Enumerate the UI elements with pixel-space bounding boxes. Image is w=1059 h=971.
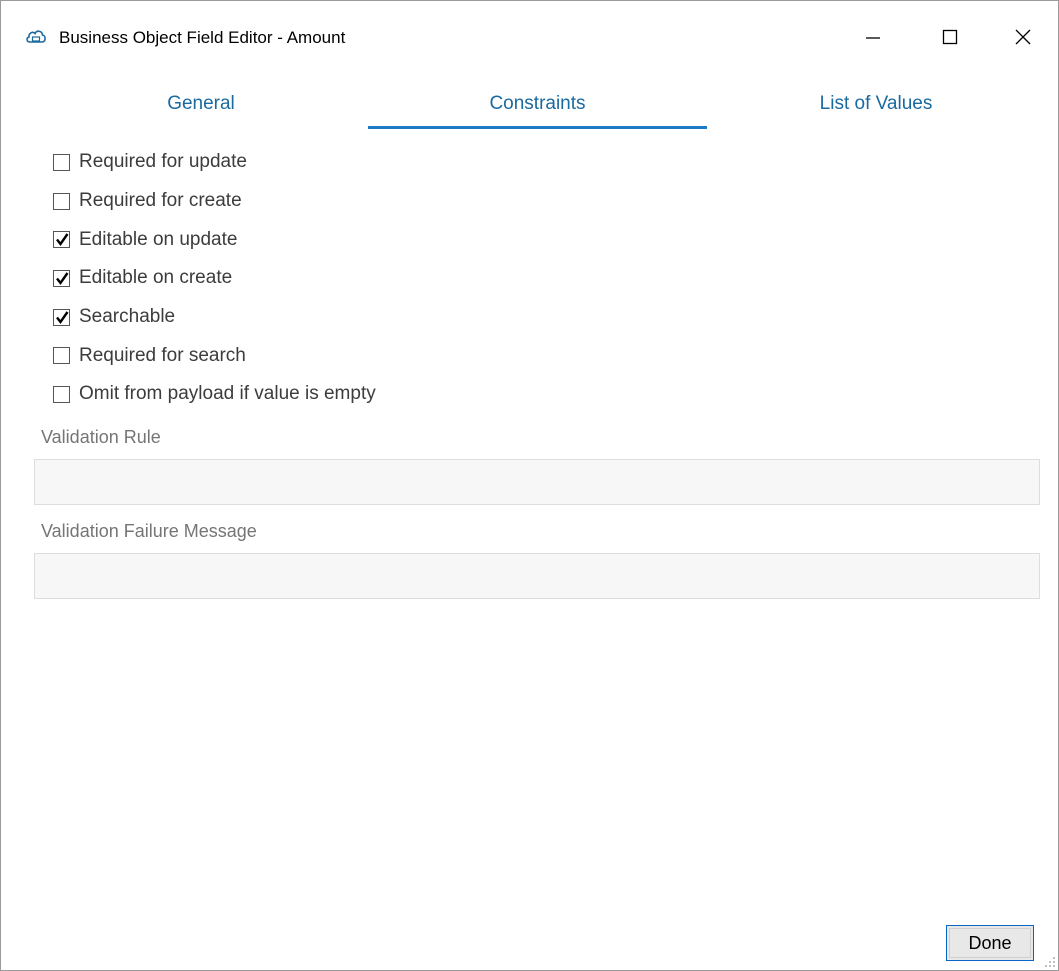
tab-list-of-values[interactable]: List of Values [761,79,991,129]
title-bar[interactable]: Business Object Field Editor - Amount [1,1,1058,75]
done-button[interactable]: Done [946,925,1034,961]
tab-bar: General Constraints List of Values [1,79,1058,135]
checkbox-required-for-create[interactable]: Required for create [53,182,376,221]
checkbox-label: Required for search [79,344,246,366]
validation-failure-message-label: Validation Failure Message [41,521,257,541]
checkbox-label: Required for create [79,190,242,212]
checkbox-box[interactable] [53,347,70,365]
checkbox-required-for-search[interactable]: Required for search [53,336,376,375]
minimize-icon [866,37,880,39]
tab-general[interactable]: General [101,79,301,129]
validation-rule-input[interactable] [34,459,1040,505]
checkbox-label: Omit from payload if value is empty [79,383,376,405]
minimize-button[interactable] [853,19,893,55]
tab-constraints[interactable]: Constraints [368,79,707,129]
checkbox-box[interactable] [53,308,70,326]
checkbox-box[interactable] [53,269,70,287]
checkbox-omit-from-payload[interactable]: Omit from payload if value is empty [53,375,376,414]
done-button-label: Done [968,932,1012,953]
close-button[interactable] [1003,19,1043,55]
active-tab-indicator [368,126,707,129]
checkbox-box[interactable] [53,385,70,403]
checkbox-required-for-update[interactable]: Required for update [53,143,376,182]
checkmark-icon [56,310,69,324]
maximize-button[interactable] [930,19,970,55]
checkbox-editable-on-update[interactable]: Editable on update [53,220,376,259]
checkbox-editable-on-create[interactable]: Editable on create [53,259,376,298]
checkbox-box[interactable] [53,231,70,249]
dialog-window: Business Object Field Editor - Amount Ge… [0,0,1059,971]
checkbox-label: Editable on create [79,267,233,289]
checkmark-icon [56,233,69,247]
maximize-icon [942,29,958,45]
checkbox-label: Searchable [79,306,176,328]
close-icon [1015,29,1031,45]
cloud-icon [25,27,47,47]
validation-failure-message-input[interactable] [34,553,1040,599]
checkbox-label: Editable on update [79,228,238,250]
validation-rule-label: Validation Rule [41,427,161,447]
window-title: Business Object Field Editor - Amount [59,28,346,47]
checkmark-icon [56,272,69,285]
checkbox-label: Required for update [79,151,247,173]
checkbox-box[interactable] [53,153,70,171]
resize-grip-icon[interactable] [1044,956,1056,968]
checkbox-box[interactable] [53,192,70,210]
constraints-checklist: Required for update Required for create … [53,143,376,414]
checkbox-searchable[interactable]: Searchable [53,298,376,337]
